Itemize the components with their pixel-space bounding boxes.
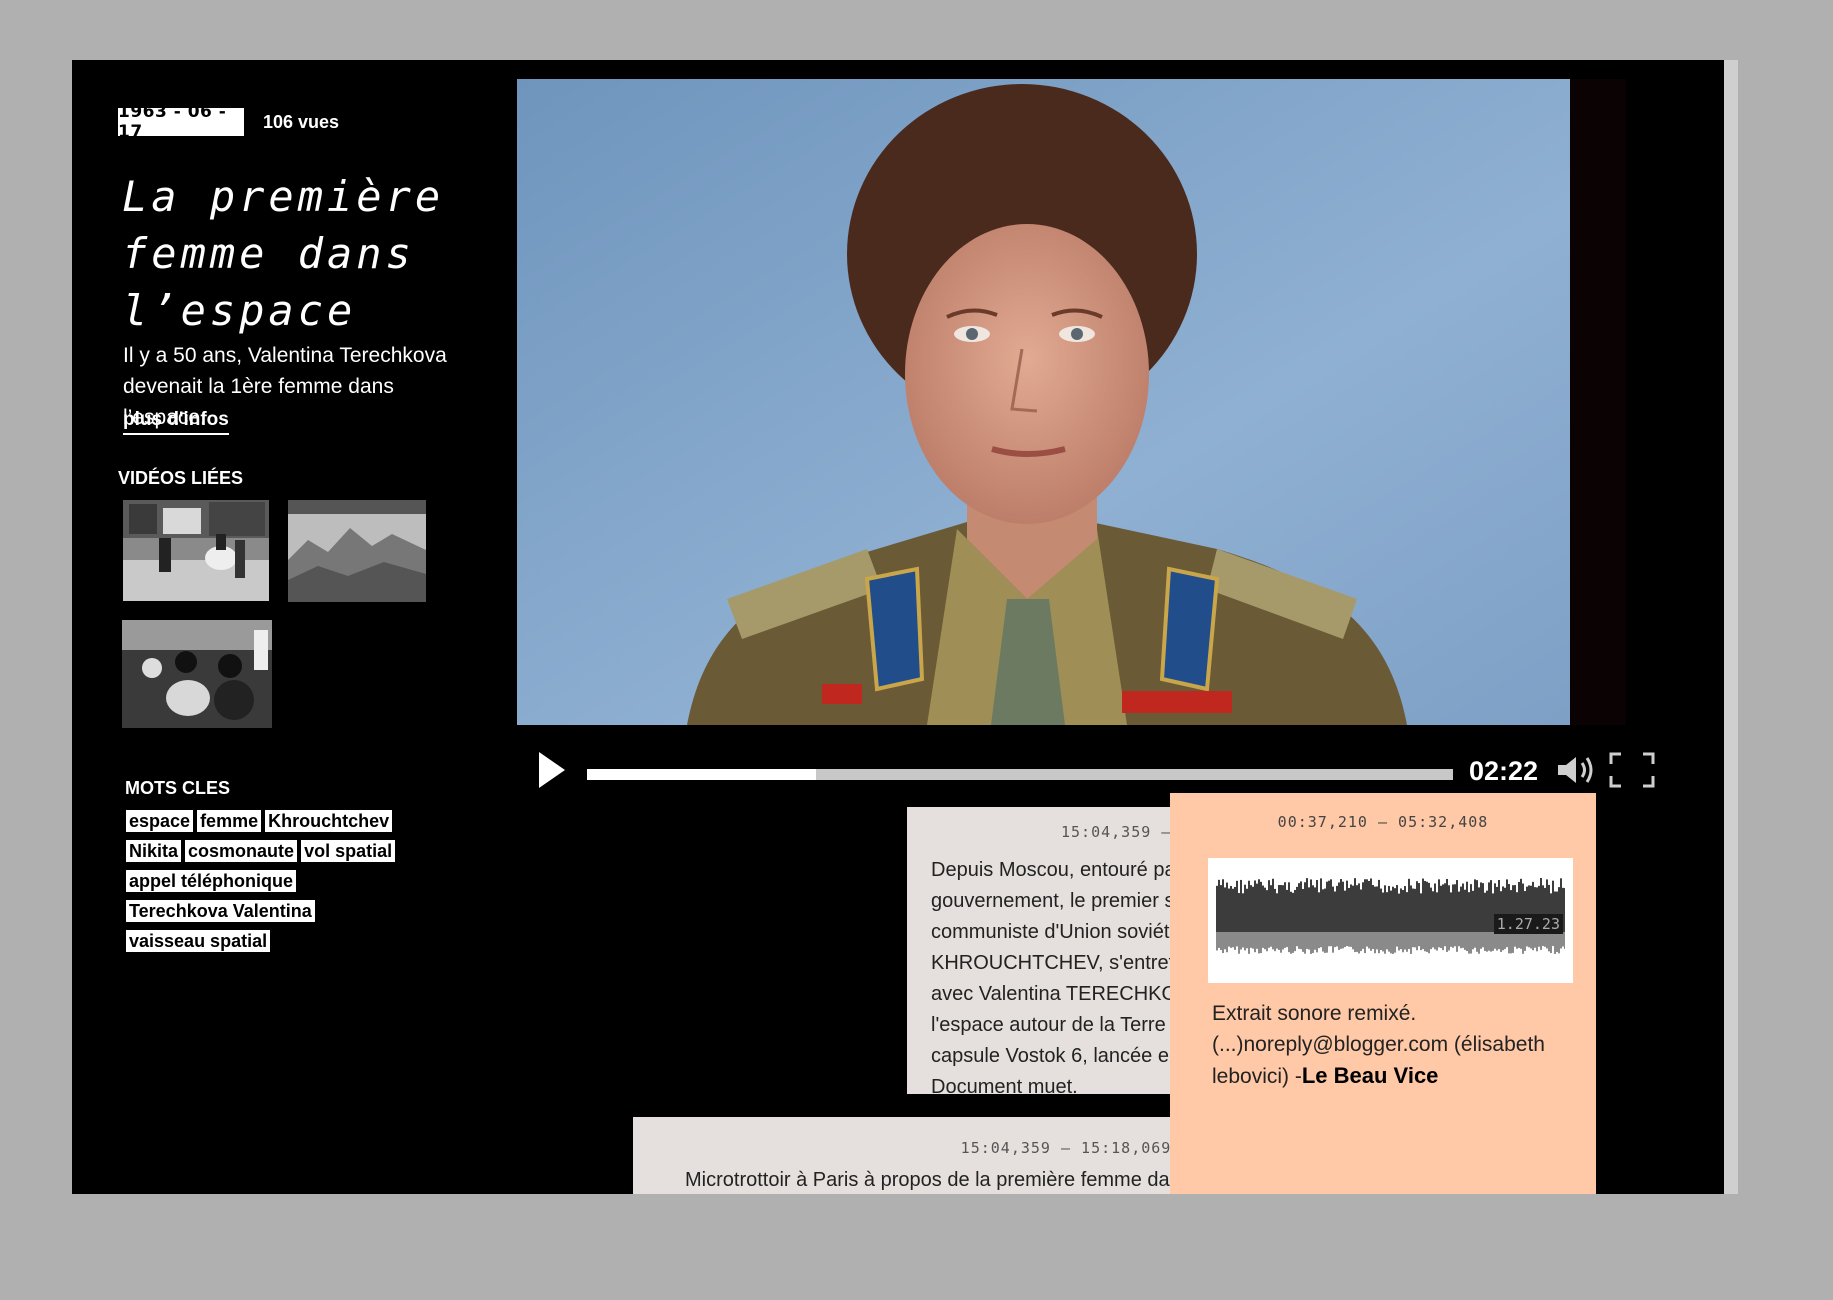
keyword-tag[interactable]: femme — [197, 810, 262, 832]
audio-clip-card[interactable]: 00:37,210 — 05:32,408 1.27.23 Extrait so… — [1170, 793, 1596, 1194]
audio-source-link[interactable]: Le Beau Vice — [1302, 1063, 1439, 1088]
keywords-heading: MOTS CLES — [125, 778, 231, 798]
player-controls: 02:22 — [517, 740, 1717, 800]
progress-bar[interactable] — [587, 769, 1453, 780]
portrait-still — [517, 79, 1570, 725]
fullscreen-icon — [1609, 752, 1655, 788]
play-button[interactable] — [535, 750, 569, 790]
current-time: 02:22 — [1469, 756, 1539, 786]
keyword-tag[interactable]: vol spatial — [301, 840, 396, 862]
fullscreen-button[interactable] — [1609, 752, 1655, 788]
scrollbar[interactable] — [1724, 60, 1738, 1194]
view-count: 106 vues — [263, 112, 340, 132]
video-side-bar — [1570, 79, 1626, 725]
keyword-tag[interactable]: Khrouchtchev — [265, 810, 393, 832]
related-video-thumbnail[interactable] — [288, 500, 426, 602]
keyword-tag[interactable]: Nikita — [126, 840, 182, 862]
keyword-tag[interactable]: Terechkova Valentina — [126, 900, 315, 922]
progress-fill — [587, 769, 817, 780]
keyword-tag[interactable]: appel téléphonique — [126, 870, 297, 892]
related-video-thumbnail[interactable] — [123, 500, 269, 601]
page-title: La première femme dans l’espace — [122, 172, 445, 335]
volume-button[interactable] — [1556, 753, 1598, 787]
keyword-tag[interactable]: cosmonaute — [185, 840, 298, 862]
play-icon — [539, 752, 565, 788]
related-video-thumbnail[interactable] — [122, 620, 272, 728]
speaker-icon — [1558, 757, 1593, 783]
keyword-tag[interactable]: vaisseau spatial — [126, 930, 271, 952]
video-frame[interactable] — [517, 79, 1570, 725]
sidebar: 1963 - 06 - 17 106 vues La première femm… — [72, 60, 492, 1194]
related-videos-heading: VIDÉOS LIÉES — [118, 468, 244, 488]
waveform-time: 1.27.23 — [1493, 914, 1563, 934]
audio-timecode: 00:37,210 — 05:32,408 — [1277, 813, 1489, 831]
video-page: 1963 - 06 - 17 106 vues La première femm… — [72, 60, 1724, 1194]
audio-caption: Extrait sonore remixé. (...)noreply@blog… — [1212, 998, 1572, 1092]
keyword-list: espace femme Khrouchtchev Nikita cosmonaute… — [126, 810, 426, 960]
waveform-player[interactable]: 1.27.23 — [1208, 858, 1573, 983]
date-badge: 1963 - 06 - 17 — [118, 102, 244, 142]
keyword-tag[interactable]: espace — [126, 810, 194, 832]
more-info-link[interactable]: plus d'infos — [123, 409, 229, 435]
